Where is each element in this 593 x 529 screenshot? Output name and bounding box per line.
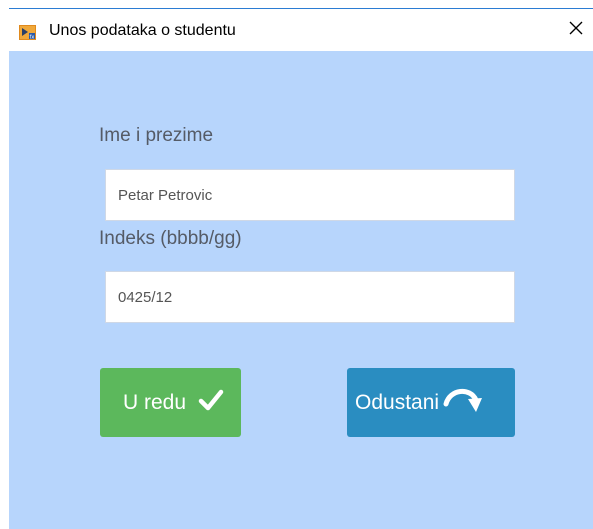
cancel-button-label: Odustani	[355, 390, 440, 414]
curved-arrow-icon	[442, 384, 484, 422]
index-label: Indeks (bbbb/gg)	[99, 228, 242, 249]
cancel-button[interactable]: Odustani	[347, 368, 515, 437]
title-bar[interactable]: fx Unos podataka o studentu	[9, 9, 593, 51]
svg-text:fx: fx	[30, 34, 35, 40]
name-input[interactable]	[105, 169, 515, 221]
student-entry-dialog: fx Unos podataka o studentu Ime i prezim…	[0, 0, 593, 529]
close-button[interactable]	[559, 13, 593, 47]
checkmark-icon	[198, 388, 224, 418]
ok-button-label: U redu	[123, 390, 187, 414]
ok-button[interactable]: U redu	[100, 368, 241, 437]
app-icon: fx	[19, 25, 36, 40]
close-icon	[568, 20, 584, 41]
index-input[interactable]	[105, 271, 515, 323]
window-title: Unos podataka o studentu	[49, 22, 236, 39]
name-label: Ime i prezime	[99, 125, 214, 146]
dialog-body: Ime i prezime Indeks (bbbb/gg) U redu Od…	[9, 51, 593, 529]
